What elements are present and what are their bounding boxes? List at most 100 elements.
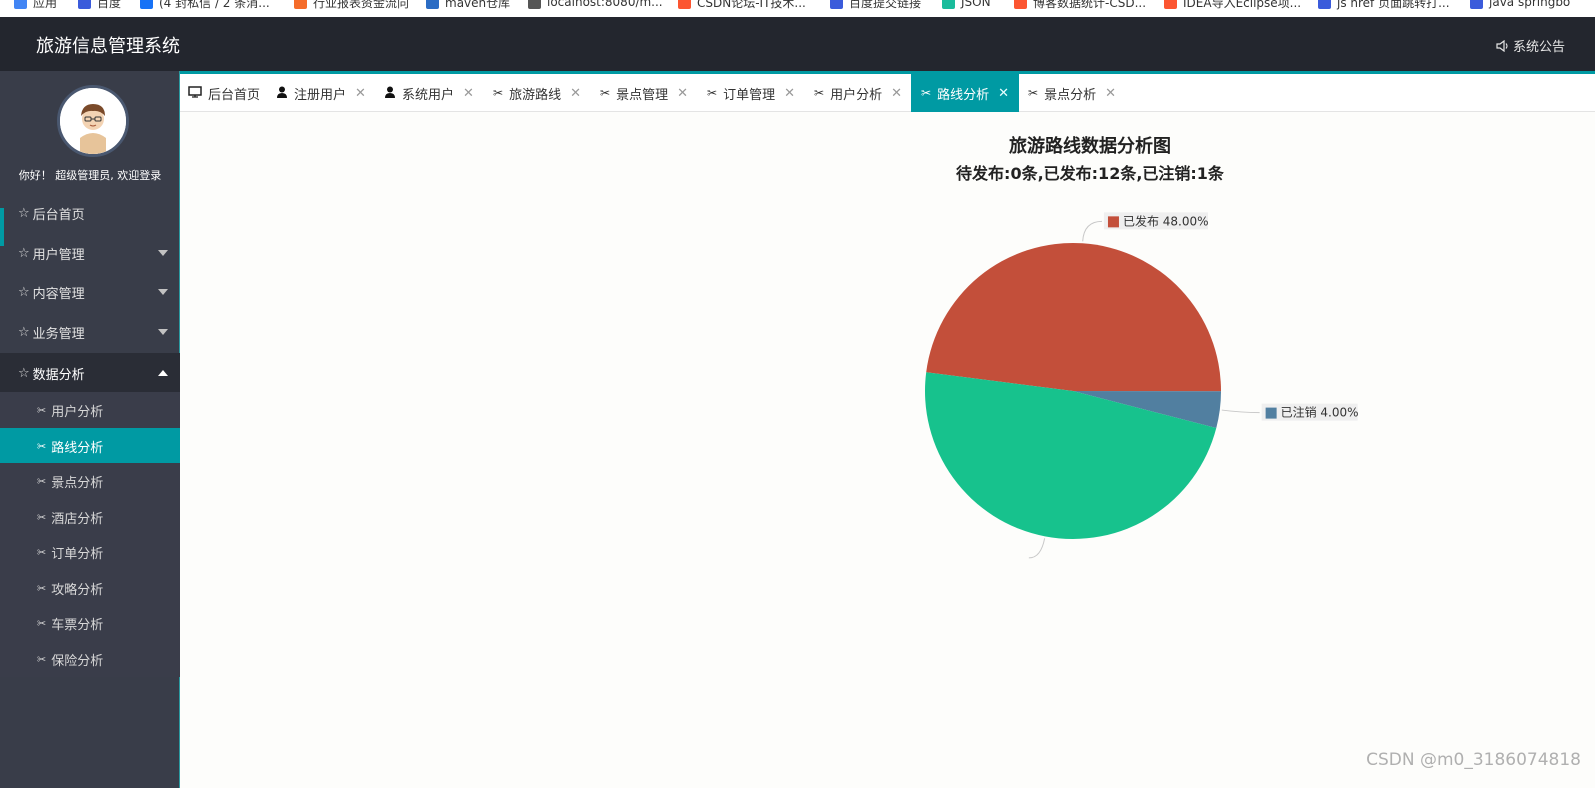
json-icon: [942, 0, 955, 9]
system-notice-link[interactable]: 系统公告: [1496, 36, 1565, 55]
monitor-icon: [188, 85, 202, 101]
bookmark-idea[interactable]: IDEA导入Eclipse项...: [1164, 0, 1301, 10]
tools-icon: ✂: [707, 86, 718, 100]
globe-icon: [528, 0, 541, 9]
slice-label: 已发布 48.00%: [1123, 213, 1209, 228]
finance-icon: [294, 0, 307, 9]
avatar-image: [60, 88, 126, 154]
chart-title: 旅游路线数据分析图: [1009, 136, 1171, 157]
bookmark-apps[interactable]: 应用: [14, 0, 57, 10]
sidebar-subitem-insurance-analysis[interactable]: ✂ 保险分析: [0, 641, 180, 677]
tools-icon: ✂: [814, 86, 825, 100]
tab-scenic-management[interactable]: ✂ 景点管理 ✕: [600, 74, 688, 112]
user-icon: [276, 86, 288, 101]
tools-icon: ✂: [37, 545, 47, 559]
sidebar-subitem-order-analysis[interactable]: ✂ 订单分析: [0, 534, 180, 570]
chart-subtitle: 待发布:0条,已发布:12条,已注销:1条: [956, 164, 1224, 183]
user-icon: [384, 86, 396, 101]
tools-icon: ✂: [37, 581, 47, 595]
tab-order-management[interactable]: ✂ 订单管理 ✕: [707, 74, 795, 112]
close-icon[interactable]: ✕: [463, 86, 474, 101]
baidu-icon: [1318, 0, 1331, 9]
tools-icon: ✂: [493, 86, 504, 100]
label-leader-line: [1028, 538, 1046, 559]
sidebar-item-business-management[interactable]: ☆ 业务管理: [0, 312, 180, 352]
welcome-text: 你好！ 超级管理员, 欢迎登录: [18, 169, 162, 182]
bookmark-js-href[interactable]: js href 页面跳转打...: [1318, 0, 1450, 10]
bookmark-localhost[interactable]: localhost:8080/m...: [528, 0, 663, 10]
avatar[interactable]: [57, 85, 129, 157]
sidebar-item-data-analysis[interactable]: ☆ 数据分析: [0, 353, 180, 393]
csdn-icon: [1014, 0, 1027, 9]
chevron-up-icon: [158, 370, 168, 376]
bookmark-zhihu[interactable]: (4 封私信 / 2 条消...: [140, 0, 270, 10]
bookmark-blog-stats[interactable]: 博客数据统计-CSD...: [1014, 0, 1146, 10]
tab-user-analysis[interactable]: ✂ 用户分析 ✕: [814, 74, 902, 112]
legend-swatch: [1265, 407, 1277, 419]
sidebar-item-content-management[interactable]: ☆ 内容管理: [0, 272, 180, 312]
bookmark-finance[interactable]: 行业报表资金流向: [294, 0, 409, 10]
star-icon: ☆: [18, 324, 30, 340]
bookmark-json[interactable]: JSON: [942, 0, 991, 10]
bookmark-csdn-forum[interactable]: CSDN论坛-IT技术...: [678, 0, 806, 10]
csdn-icon: [1164, 0, 1177, 9]
sidebar-subitem-guide-analysis[interactable]: ✂ 攻略分析: [0, 570, 180, 606]
label-leader-line: [1082, 220, 1102, 242]
legend-swatch: [1107, 216, 1119, 228]
close-icon[interactable]: ✕: [891, 86, 902, 101]
tab-route-analysis[interactable]: ✂ 路线分析 ✕: [911, 74, 1019, 112]
label-leader-line: [1221, 409, 1260, 414]
app-title: 旅游信息管理系统: [36, 36, 180, 57]
star-icon: ☆: [18, 365, 30, 381]
speaker-icon: [1496, 39, 1508, 52]
close-icon[interactable]: ✕: [355, 86, 366, 101]
close-icon[interactable]: ✕: [784, 86, 795, 101]
csdn-icon: [678, 0, 691, 9]
baidu-icon: [78, 0, 91, 9]
sidebar-subitem-route-analysis[interactable]: ✂ 路线分析: [0, 428, 180, 464]
bookmark-baidu[interactable]: 百度: [78, 0, 121, 10]
pie-slice[interactable]: [926, 242, 1221, 392]
close-icon[interactable]: ✕: [570, 86, 581, 101]
tools-icon: ✂: [37, 510, 47, 524]
sidebar-subitem-ticket-analysis[interactable]: ✂ 车票分析: [0, 605, 180, 641]
sidebar-subitem-hotel-analysis[interactable]: ✂ 酒店分析: [0, 499, 180, 535]
baidu-icon: [830, 0, 843, 9]
tools-icon: ✂: [1028, 86, 1039, 100]
pie-chart: 已发布 48.00% 已注销 4.00%: [925, 212, 1359, 559]
sidebar-subitem-scenic-analysis[interactable]: ✂ 景点分析: [0, 463, 180, 499]
close-icon[interactable]: ✕: [677, 86, 688, 101]
close-icon[interactable]: ✕: [1105, 86, 1116, 101]
tab-travel-routes[interactable]: ✂ 旅游路线 ✕: [493, 74, 581, 112]
chevron-down-icon: [158, 289, 168, 295]
tools-icon: ✂: [600, 86, 611, 100]
baidu-icon: [1470, 0, 1483, 9]
tab-scenic-analysis[interactable]: ✂ 景点分析 ✕: [1028, 74, 1116, 112]
bookmark-maven[interactable]: maven仓库: [426, 0, 510, 10]
apps-icon: [14, 0, 27, 9]
close-icon[interactable]: ✕: [998, 86, 1009, 101]
sidebar-item-user-management[interactable]: ☆ 用户管理: [0, 233, 180, 273]
chevron-down-icon: [158, 250, 168, 256]
star-icon: ☆: [18, 245, 30, 261]
sidebar-subitem-user-analysis[interactable]: ✂ 用户分析: [0, 392, 180, 428]
star-icon: ☆: [18, 284, 30, 300]
chevron-down-icon: [158, 329, 168, 335]
tab-bar: 后台首页 注册用户 ✕ 系统用户 ✕ ✂ 旅游路线 ✕ ✂ 景点管理 ✕ ✂ 订…: [180, 74, 1595, 112]
bookmarks-bar: 应用 百度 (4 封私信 / 2 条消... 行业报表资金流向 maven仓库 …: [0, 0, 1595, 17]
tab-home[interactable]: 后台首页: [188, 74, 260, 112]
tab-registered-users[interactable]: 注册用户 ✕: [276, 74, 366, 112]
top-header: 旅游信息管理系统 系统公告: [0, 17, 1595, 71]
tools-icon: ✂: [37, 652, 47, 666]
tools-icon: ✂: [921, 86, 932, 100]
tools-icon: ✂: [37, 439, 47, 453]
bookmark-java-springboot[interactable]: java springbo: [1470, 0, 1570, 10]
bookmark-baidu-submit[interactable]: 百度提交链接: [830, 0, 921, 10]
tab-system-users[interactable]: 系统用户 ✕: [384, 74, 474, 112]
watermark: CSDN @m0_3186074818: [1366, 750, 1581, 770]
zhihu-icon: [140, 0, 153, 9]
chart-viewport: 已发布 48.00% 已注销 4.00%: [680, 196, 1380, 572]
maven-icon: [426, 0, 439, 9]
sidebar-item-home[interactable]: ☆ 后台首页: [0, 193, 180, 233]
slice-label: 已注销 4.00%: [1281, 405, 1359, 420]
